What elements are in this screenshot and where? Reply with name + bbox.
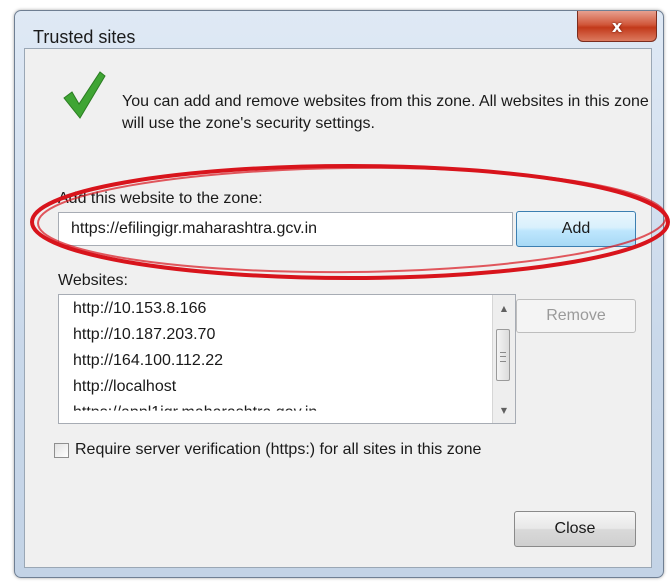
dialog-title: Trusted sites [33,27,136,47]
list-item[interactable]: http://localhost [73,375,176,399]
checkmark-icon [63,71,106,119]
list-item[interactable]: https://appl1igr.maharashtra.gov.in [73,401,317,411]
close-icon: x [611,16,623,36]
require-verification-row[interactable]: Require server verification (https:) for… [54,441,481,459]
add-button[interactable]: Add [516,211,636,247]
websites-label: Websites: [58,272,128,289]
website-url-input[interactable] [58,212,513,246]
remove-button[interactable]: Remove [516,299,636,333]
vertical-scrollbar[interactable]: ▲ ▼ [492,295,515,423]
require-verification-checkbox[interactable] [54,442,69,458]
list-item[interactable]: http://164.100.112.22 [73,349,223,373]
scroll-up-arrow-icon[interactable]: ▲ [497,301,511,315]
grip-icon [500,352,506,362]
add-website-label: Add this website to the zone: [58,190,263,207]
require-verification-label[interactable]: Require server verification (https:) for… [75,441,481,459]
close-button[interactable]: Close [514,511,636,547]
websites-list[interactable]: http://10.153.8.166 http://10.187.203.70… [58,294,516,424]
scroll-down-arrow-icon[interactable]: ▼ [497,403,511,417]
window-close-button[interactable]: x [577,11,657,42]
list-item[interactable]: http://10.153.8.166 [73,297,206,321]
scrollbar-thumb[interactable] [496,329,510,381]
list-item[interactable]: http://10.187.203.70 [73,323,215,347]
info-text: You can add and remove websites from thi… [122,93,649,132]
